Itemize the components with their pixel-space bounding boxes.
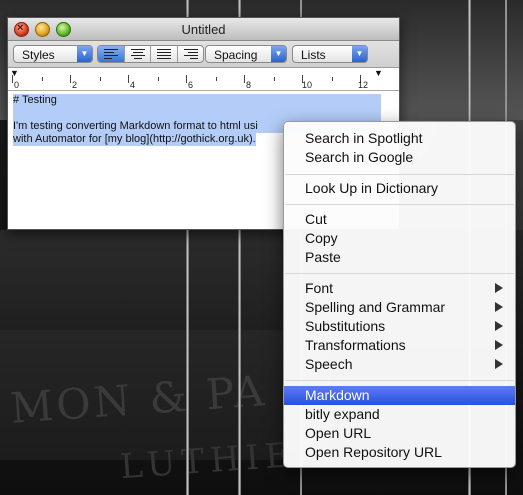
menu-item-label: Search in Google: [305, 149, 414, 165]
menu-item-cut[interactable]: Cut: [284, 210, 515, 229]
menu-item-font[interactable]: Font: [284, 279, 515, 298]
ruler[interactable]: ▼ ▼ 0 2 4 6 8 10 12: [8, 68, 399, 91]
menu-separator: [285, 174, 514, 175]
menu-item-open-url[interactable]: Open URL: [284, 424, 515, 443]
align-center-icon: [130, 49, 145, 61]
spacing-label: Spacing: [214, 48, 258, 62]
chevron-down-icon: ▼: [271, 46, 286, 62]
align-left-icon: [104, 49, 118, 61]
menu-item-spelling-grammar[interactable]: Spelling and Grammar: [284, 298, 515, 317]
chevron-down-icon: ▼: [77, 46, 92, 62]
menu-item-markdown[interactable]: Markdown: [284, 386, 515, 405]
menu-item-label: bitly expand: [305, 406, 380, 422]
align-right-icon: [183, 49, 198, 61]
context-menu: Search in Spotlight Search in Google Loo…: [283, 121, 516, 468]
menu-separator: [285, 204, 514, 205]
ruler-number: 0: [14, 80, 20, 90]
menu-item-bitly-expand[interactable]: bitly expand: [284, 405, 515, 424]
ruler-number: 4: [130, 80, 136, 90]
ruler-number: 8: [246, 80, 252, 90]
title-bar[interactable]: × Untitled: [8, 18, 399, 41]
menu-item-speech[interactable]: Speech: [284, 355, 515, 374]
document-line-body: with Automator for [my blog](http://goth…: [13, 133, 256, 146]
menu-item-label: Paste: [305, 249, 341, 265]
styles-label: Styles: [22, 48, 55, 62]
justify-button[interactable]: [151, 46, 178, 62]
align-right-button[interactable]: [178, 46, 204, 62]
menu-item-label: Spelling and Grammar: [305, 299, 446, 315]
ruler-number: 10: [302, 80, 313, 90]
menu-item-open-repository-url[interactable]: Open Repository URL: [284, 443, 515, 462]
ruler-number: 2: [72, 80, 78, 90]
menu-item-look-up-dictionary[interactable]: Look Up in Dictionary: [284, 179, 515, 198]
menu-item-transformations[interactable]: Transformations: [284, 336, 515, 355]
chevron-down-icon: ▼: [352, 46, 367, 62]
justify-icon: [157, 49, 171, 61]
align-center-button[interactable]: [125, 46, 151, 62]
menu-item-label: Look Up in Dictionary: [305, 180, 439, 196]
menu-item-label: Transformations: [305, 337, 406, 353]
menu-separator: [285, 380, 514, 381]
menu-item-label: Speech: [305, 356, 353, 372]
lists-label: Lists: [301, 48, 326, 62]
menu-item-label: Cut: [305, 211, 327, 227]
styles-popup[interactable]: Styles ▼: [13, 45, 93, 63]
submenu-arrow-icon: [495, 283, 503, 293]
menu-item-label: Substitutions: [305, 318, 386, 334]
menu-item-label: Font: [305, 280, 334, 296]
menu-item-search-google[interactable]: Search in Google: [284, 148, 515, 167]
submenu-arrow-icon: [495, 340, 503, 350]
menu-item-label: Copy: [305, 230, 338, 246]
align-left-button[interactable]: [98, 46, 125, 62]
ruler-number: 6: [188, 80, 194, 90]
alignment-control: [97, 45, 204, 63]
submenu-arrow-icon: [495, 359, 503, 369]
spacing-popup[interactable]: Spacing ▼: [205, 45, 287, 63]
menu-item-search-spotlight[interactable]: Search in Spotlight: [284, 129, 515, 148]
menu-item-label: Open Repository URL: [305, 444, 442, 460]
ruler-number: 12: [358, 80, 369, 90]
document-line-heading: # Testing: [13, 94, 381, 107]
menu-item-paste[interactable]: Paste: [284, 248, 515, 267]
menu-item-label: Open URL: [305, 425, 372, 441]
window-title: Untitled: [181, 22, 226, 37]
submenu-arrow-icon: [495, 302, 503, 312]
menu-item-label: Markdown: [305, 387, 370, 403]
menu-item-copy[interactable]: Copy: [284, 229, 515, 248]
format-toolbar: Styles ▼ Spacing ▼ Lists ▼: [8, 41, 399, 68]
right-margin-marker-icon[interactable]: ▼: [374, 68, 383, 78]
submenu-arrow-icon: [495, 321, 503, 331]
menu-item-substitutions[interactable]: Substitutions: [284, 317, 515, 336]
lists-popup[interactable]: Lists ▼: [292, 45, 368, 63]
menu-separator: [285, 273, 514, 274]
menu-item-label: Search in Spotlight: [305, 130, 423, 146]
